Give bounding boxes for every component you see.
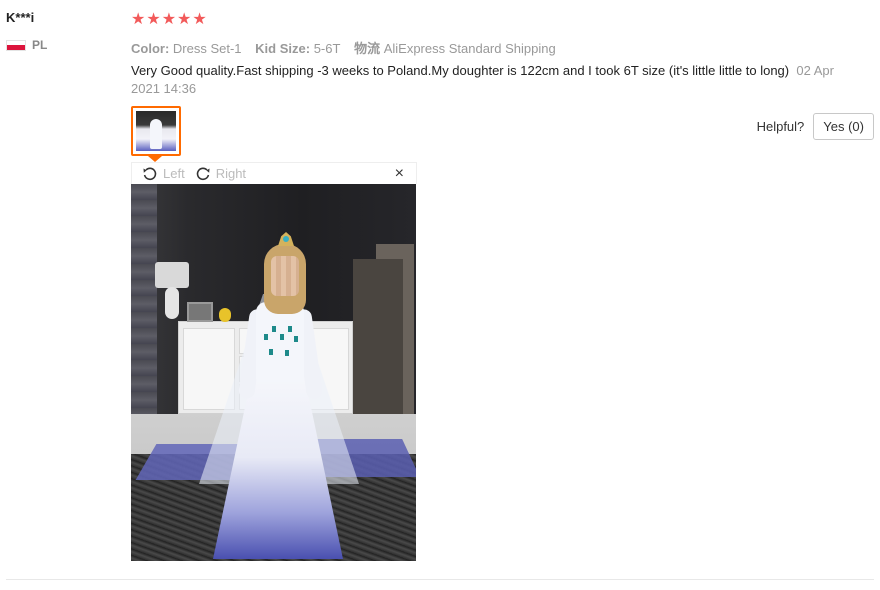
poland-flag-icon xyxy=(6,39,26,51)
star-icon: ★ xyxy=(192,11,207,28)
rotate-left-label: Left xyxy=(163,166,185,181)
rotate-right-button[interactable]: Right xyxy=(195,166,246,182)
attr-key-size: Kid Size: xyxy=(255,41,311,56)
review-photo-thumbnail[interactable] xyxy=(131,106,181,156)
star-icon: ★ xyxy=(131,11,146,28)
review-divider xyxy=(6,579,874,580)
star-icon: ★ xyxy=(177,11,192,28)
reviewer-info: K***i PL xyxy=(6,10,47,52)
order-attributes: Color: Dress Set-1 Kid Size: 5-6T 物流 Ali… xyxy=(131,38,871,56)
thumbnail-image xyxy=(136,111,176,151)
helpful-section: Helpful? Yes (0) xyxy=(757,113,874,140)
rotate-left-button[interactable]: Left xyxy=(142,166,185,182)
photo-viewer: Left Right × xyxy=(131,162,417,561)
review-photo xyxy=(131,184,416,561)
star-icon: ★ xyxy=(161,11,177,28)
country-code: PL xyxy=(32,38,48,52)
attr-key-shipping: 物流 xyxy=(354,41,381,56)
reviewer-name: K***i xyxy=(6,10,35,25)
viewer-toolbar: Left Right × xyxy=(131,162,417,184)
rotate-right-label: Right xyxy=(215,166,247,181)
review-text-block: Very Good quality.Fast shipping -3 weeks… xyxy=(131,62,846,98)
rotate-right-icon xyxy=(196,167,210,180)
attr-value-shipping: AliExpress Standard Shipping xyxy=(383,41,556,56)
reviewer-country: PL xyxy=(6,38,47,52)
review-content: ★ ★ ★ ★ ★ Color: Dress Set-1 Kid Size: 5… xyxy=(131,10,871,98)
helpful-label: Helpful? xyxy=(756,119,805,134)
close-viewer-button[interactable]: × xyxy=(395,165,404,183)
attr-value-color: Dress Set-1 xyxy=(172,41,242,56)
review-text: Very Good quality.Fast shipping -3 weeks… xyxy=(131,63,790,78)
star-icon: ★ xyxy=(146,11,161,28)
rotate-left-icon xyxy=(143,167,157,180)
helpful-yes-button[interactable]: Yes (0) xyxy=(813,113,874,140)
attr-value-size: 5-6T xyxy=(313,41,341,56)
star-rating: ★ ★ ★ ★ ★ xyxy=(131,10,871,30)
attr-key-color: Color: xyxy=(131,41,170,56)
